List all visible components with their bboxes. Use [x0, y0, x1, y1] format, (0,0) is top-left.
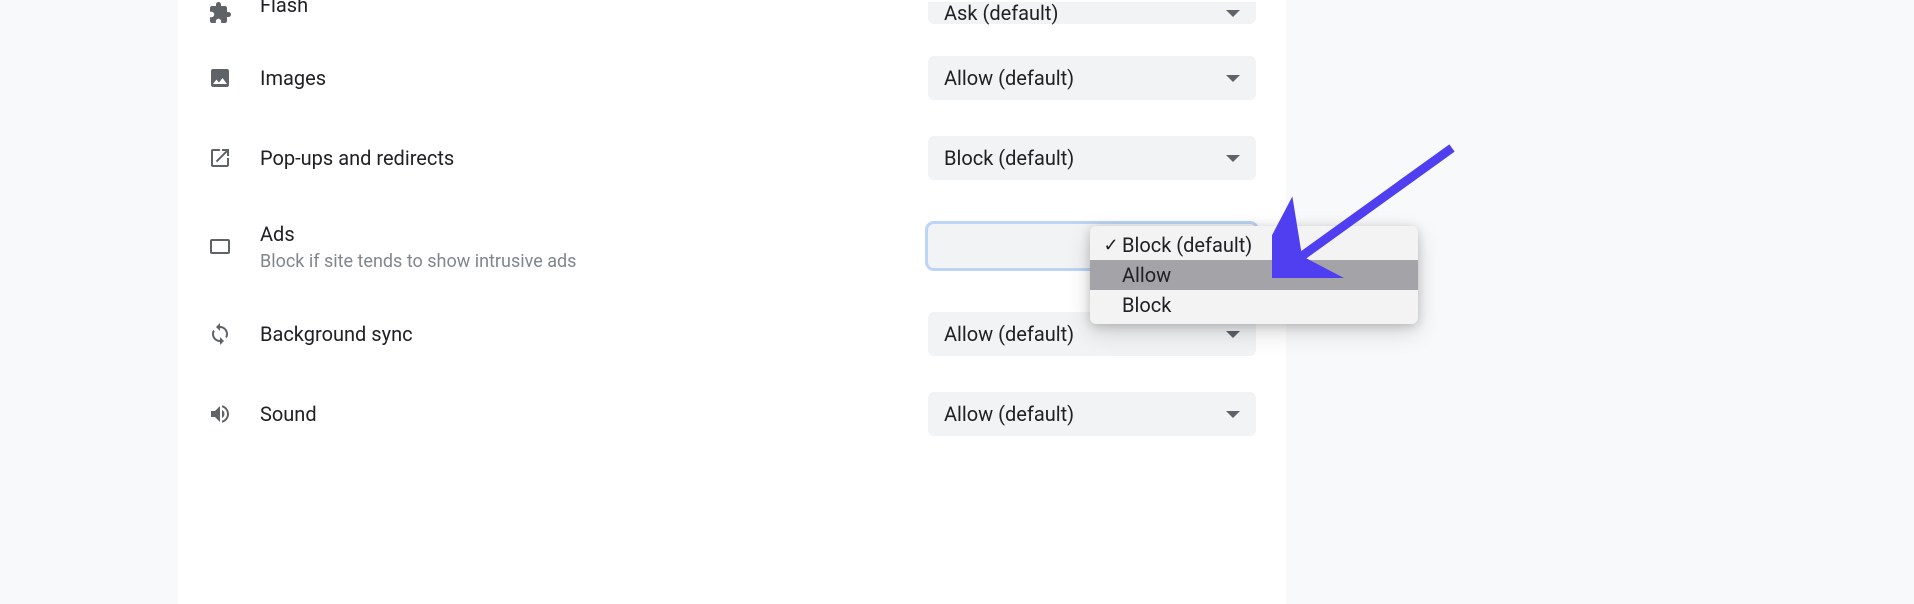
menu-option-block[interactable]: Block — [1090, 290, 1418, 320]
menu-option-label: Block (default) — [1122, 233, 1252, 257]
setting-label: Flash — [260, 0, 928, 18]
dropdown-value: Ask (default) — [944, 1, 1058, 25]
sound-dropdown[interactable]: Allow (default) — [928, 392, 1256, 436]
ads-icon — [208, 234, 260, 258]
menu-option-label: Block — [1122, 293, 1171, 317]
setting-label: Ads — [260, 221, 928, 247]
setting-row-popups: Pop-ups and redirects Block (default) — [178, 118, 1286, 198]
annotation-arrow — [1272, 138, 1472, 278]
setting-label: Sound — [260, 401, 928, 427]
settings-panel: Flash Ask (default) Images Allow (defaul… — [178, 0, 1286, 604]
dropdown-value: Allow (default) — [944, 322, 1074, 346]
chevron-down-icon — [1226, 10, 1240, 17]
check-icon: ✓ — [1100, 235, 1122, 256]
chevron-down-icon — [1226, 411, 1240, 418]
open-in-new-icon — [208, 146, 260, 170]
setting-label: Pop-ups and redirects — [260, 145, 928, 171]
chevron-down-icon — [1226, 75, 1240, 82]
chevron-down-icon — [1226, 331, 1240, 338]
dropdown-value: Allow (default) — [944, 66, 1074, 90]
setting-row-flash: Flash Ask (default) — [178, 0, 1286, 38]
flash-dropdown[interactable]: Ask (default) — [928, 2, 1256, 24]
setting-sublabel: Block if site tends to show intrusive ad… — [260, 251, 928, 272]
setting-row-sound: Sound Allow (default) — [178, 374, 1286, 454]
puzzle-icon — [208, 1, 260, 25]
dropdown-value: Allow (default) — [944, 402, 1074, 426]
volume-icon — [208, 402, 260, 426]
setting-label: Background sync — [260, 321, 928, 347]
setting-row-images: Images Allow (default) — [178, 38, 1286, 118]
image-icon — [208, 66, 260, 90]
sync-icon — [208, 322, 260, 346]
menu-option-label: Allow — [1122, 263, 1171, 287]
images-dropdown[interactable]: Allow (default) — [928, 56, 1256, 100]
dropdown-value: Block (default) — [944, 146, 1074, 170]
popups-dropdown[interactable]: Block (default) — [928, 136, 1256, 180]
chevron-down-icon — [1226, 155, 1240, 162]
setting-label: Images — [260, 65, 928, 91]
